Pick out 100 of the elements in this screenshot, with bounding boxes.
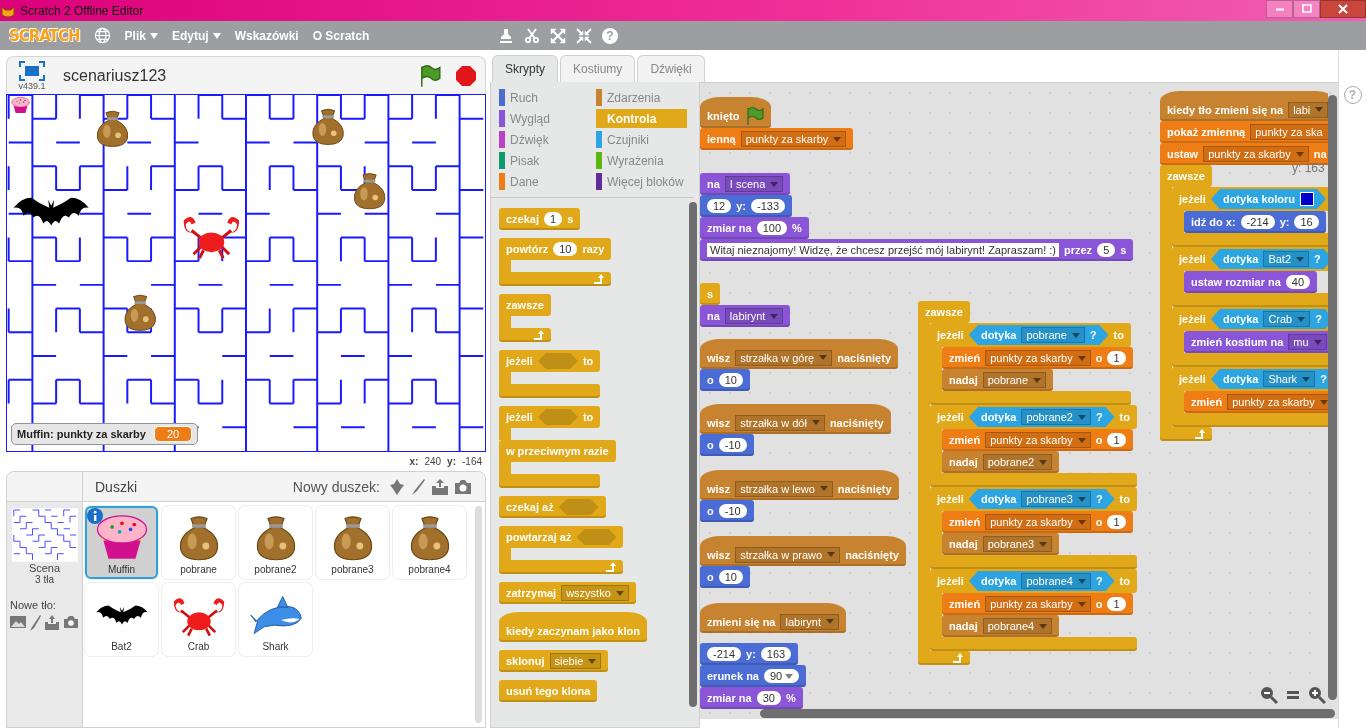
code-block[interactable]: nadaj pobrane4 [942,615,1060,637]
dropdown-menu[interactable]: Shark [1263,371,1316,387]
boolean-block[interactable]: dotyka pobrane2 ? [968,407,1115,427]
fullscreen-icon[interactable] [19,60,45,81]
code-block[interactable]: wisz strzałka w prawo naciśnięty [700,536,906,566]
scrollbar[interactable] [760,709,1335,718]
paintbrush-icon[interactable] [29,615,41,631]
code-block[interactable]: zmień punkty za skarby o 1 [942,347,1133,369]
number-input[interactable]: -10 [718,504,747,518]
upload-icon[interactable] [44,615,60,631]
code-block[interactable]: ienną punkty za skarby [700,128,854,150]
code-block[interactable]: o -10 [700,500,754,522]
code-block[interactable]: zmiar na 30 % [700,687,803,709]
category-button[interactable]: Ruch [499,88,590,107]
sprite-tile[interactable]: pobrane3 [316,506,389,579]
code-block[interactable]: nadaj pobrane2 [942,451,1060,473]
code-block[interactable]: usuń tego klona [499,680,598,702]
sprite-tile[interactable]: pobrane [162,506,235,579]
code-block[interactable]: nadaj pobrane [942,369,1054,391]
close-button[interactable] [1320,0,1366,18]
camera-icon[interactable] [453,477,473,496]
paintbrush-icon[interactable] [409,477,427,496]
dropdown-menu[interactable]: pobrane4 [982,618,1053,634]
category-button[interactable]: Czujniki [596,130,687,149]
category-button[interactable]: Wyrażenia [596,151,687,170]
sprite-tile[interactable]: Muffin [85,506,158,579]
zoom-out-icon[interactable] [1260,686,1278,704]
dropdown-menu[interactable]: pobrane3 [1021,491,1091,507]
code-block[interactable]: jeżeli dotyka pobrane2 ? to [930,405,1137,429]
code-block[interactable]: jeżeli dotyka pobrane3 ? to [930,487,1137,511]
boolean-block[interactable]: dotyka Crab ? [1210,309,1328,329]
category-button[interactable]: Zdarzenia [596,88,687,107]
code-block[interactable]: powtarzaj aż [499,526,624,548]
code-block[interactable]: jeżeli to [499,350,601,372]
scrollbar[interactable] [689,202,697,707]
code-block[interactable]: wisz strzałka w lewo naciśnięty [700,470,899,500]
dropdown-menu[interactable]: labirynt [780,613,839,630]
number-input[interactable]: 30 [756,691,781,705]
dropdown-menu[interactable]: punkty za skarby [985,514,1091,530]
number-input[interactable]: 10 [718,570,743,584]
sprite-tile[interactable]: pobrane2 [239,506,312,579]
code-block[interactable]: kiedy tło zmieni się na labi [1160,91,1328,121]
number-input[interactable]: 16 [1294,215,1319,229]
scrollbar[interactable] [475,506,482,723]
code-block[interactable]: idź do x: -214 y: 16 [1184,211,1326,233]
dropdown-menu[interactable]: punkty za skarby [985,350,1091,366]
category-button[interactable]: Pisak [499,151,590,170]
tab[interactable]: Skrypty [492,55,558,82]
code-block[interactable]: zmień punkty za skarby o 1 [942,593,1133,615]
number-input[interactable]: 1 [544,212,563,226]
boolean-block[interactable]: dotyka Shark ? [1210,369,1328,389]
stop-icon[interactable] [455,64,477,87]
code-block[interactable]: zmień kostium na mu [1184,331,1328,353]
scissors-icon[interactable] [524,27,540,44]
stamp-icon[interactable] [498,27,514,44]
number-input[interactable]: 1 [1107,351,1126,365]
dropdown-menu[interactable]: punkty za skarby [985,432,1091,448]
code-block[interactable]: zmień punkty za skarby [1184,391,1328,413]
dropdown-menu[interactable]: strzałka w prawo [735,546,841,563]
boolean-block[interactable]: dotyka koloru [1210,189,1327,209]
code-block[interactable]: na labirynt [700,305,791,327]
boolean-block[interactable]: dotyka Bat2 ? [1210,249,1328,269]
dropdown-menu[interactable]: wszystko [561,585,629,601]
number-dropdown[interactable]: 90 [763,669,800,683]
category-button[interactable]: Więcej bloków [596,172,687,191]
category-button[interactable]: Dźwięk [499,130,590,149]
sprite-tile[interactable]: pobrane4 [393,506,466,579]
camera-icon[interactable] [63,615,79,629]
code-block[interactable]: jeżeli dotyka Bat2 ? [1172,247,1328,271]
code-block[interactable]: na I scena [700,173,791,195]
code-block[interactable]: jeżeli to [499,406,601,428]
code-block[interactable]: zmieni się na labirynt [700,603,846,633]
code-block[interactable]: wisz strzałka w dół naciśnięty [700,404,891,434]
dropdown-menu[interactable]: pobrane2 [1021,409,1091,425]
code-block[interactable]: o 10 [700,566,750,588]
code-block[interactable]: ustaw rozmiar na 40 [1184,271,1318,293]
code-block[interactable]: 12 y: -133 [700,195,793,217]
shrink-icon[interactable] [576,27,592,44]
zoom-in-icon[interactable] [1308,686,1326,704]
sprite-tile[interactable]: Crab [162,583,235,656]
dropdown-menu[interactable]: punkty za skarby [985,596,1091,612]
number-input[interactable]: 1 [1107,433,1126,447]
code-block[interactable]: zmiar na 100 % [700,217,809,239]
code-block[interactable]: zmień punkty za skarby o 1 [942,429,1133,451]
boolean-block[interactable]: dotyka pobrane3 ? [968,489,1115,509]
color-swatch[interactable] [1300,192,1315,206]
number-input[interactable]: 1 [1107,515,1126,529]
code-block[interactable]: wisz strzałka w górę naciśnięty [700,339,899,369]
tab[interactable]: Kostiumy [560,55,636,82]
number-input[interactable]: 1 [1107,597,1126,611]
category-button[interactable]: Dane [499,172,590,191]
upload-icon[interactable] [430,477,450,496]
code-block[interactable]: pokaż zmienną punkty za ska [1160,121,1328,143]
dropdown-menu[interactable]: pobrane [1021,327,1085,343]
boolean-block[interactable]: dotyka pobrane4 ? [968,571,1115,591]
number-input[interactable]: 10 [553,242,578,256]
code-block[interactable]: zatrzymaj wszystko [499,582,636,604]
number-input[interactable]: -214 [1240,215,1275,229]
dropdown-menu[interactable]: punkty za skarby [1227,394,1328,410]
project-title[interactable]: scenariusz123 [63,66,403,85]
